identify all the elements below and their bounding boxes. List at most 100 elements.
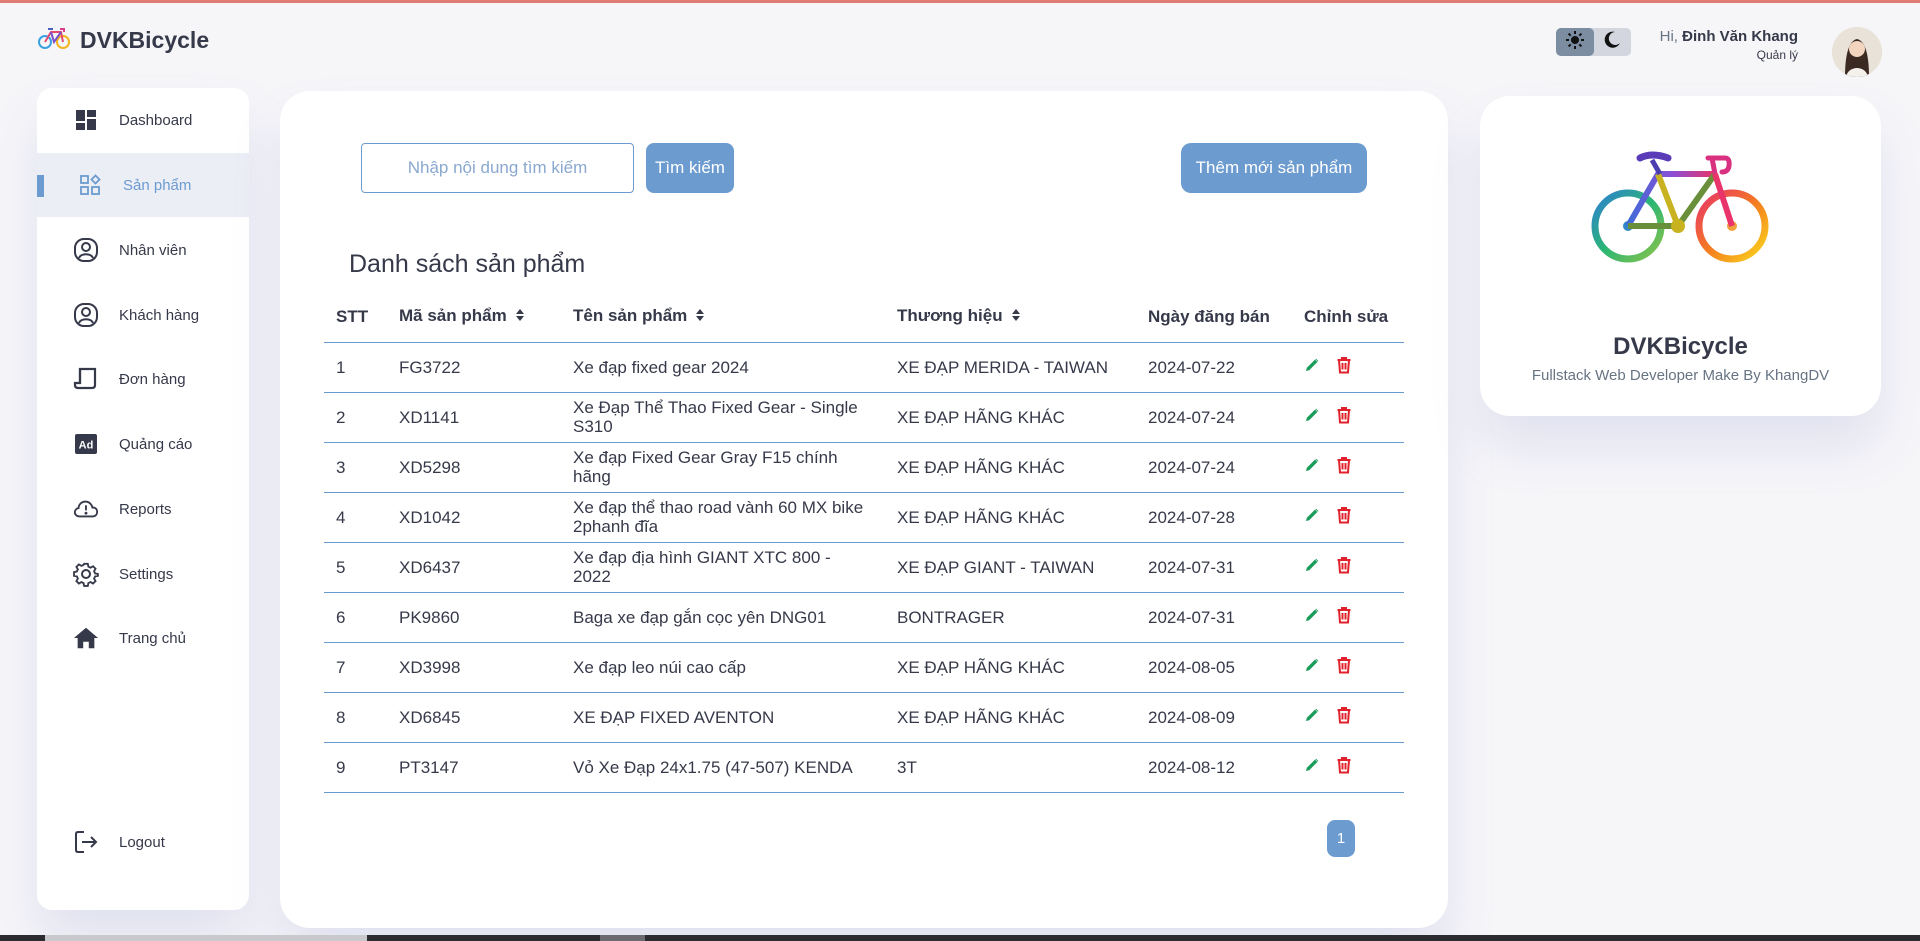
cell-name: Xe đạp thể thao road vành 60 MX bike 2ph…	[561, 492, 885, 543]
cell-date: 2024-07-24	[1136, 442, 1292, 493]
bicycle-logo-icon	[38, 26, 70, 55]
cell-brand: XE ĐẠP HÃNG KHÁC	[885, 442, 1136, 493]
cell-stt: 8	[324, 692, 387, 743]
table-row: 6 PK9860 Baga xe đạp gắn cọc yên DNG01 BONT…	[324, 592, 1404, 643]
sort-icon[interactable]	[515, 307, 525, 327]
user-name: Đinh Văn Khang	[1682, 28, 1798, 45]
cell-code: XD6845	[387, 692, 561, 743]
edit-icon[interactable]	[1304, 707, 1320, 727]
table-row: 4 XD1042 Xe đạp thể thao road vành 60 MX b…	[324, 492, 1404, 543]
column-header-edit: Chỉnh sửa	[1292, 292, 1404, 343]
table-row: 7 XD3998 Xe đạp leo núi cao cấp XE ĐẠP HÃNG…	[324, 642, 1404, 693]
sort-icon[interactable]	[1011, 307, 1021, 327]
column-header-brand[interactable]: Thương hiệu	[885, 292, 1136, 343]
cell-code: XD1042	[387, 492, 561, 543]
cell-actions	[1292, 742, 1404, 793]
sidebar-item-label: Reports	[119, 500, 172, 518]
sidebar-item-settings[interactable]: Settings	[37, 542, 249, 606]
logout-button[interactable]: Logout	[37, 810, 249, 874]
sort-icon[interactable]	[695, 307, 705, 327]
edit-icon[interactable]	[1304, 507, 1320, 527]
edit-icon[interactable]	[1304, 607, 1320, 627]
product-list-panel: Tìm kiếm Thêm mới sản phẩm Danh sách sản…	[280, 91, 1448, 928]
sidebar-item-label: Dashboard	[119, 111, 193, 129]
sidebar-item-employees[interactable]: Nhân viên	[37, 218, 249, 282]
trash-icon[interactable]	[1336, 656, 1352, 678]
edit-icon[interactable]	[1304, 557, 1320, 577]
taskbar-segment	[45, 935, 367, 941]
table-row: 8 XD6845 XE ĐẠP FIXED AVENTON XE ĐẠP HÃNG K…	[324, 692, 1404, 743]
cell-name: XE ĐẠP FIXED AVENTON	[561, 692, 885, 743]
sidebar-item-ads[interactable]: Ad Quảng cáo	[37, 412, 249, 476]
cell-brand: XE ĐẠP HÃNG KHÁC	[885, 492, 1136, 543]
user-role: Quản lý	[1756, 48, 1798, 62]
cell-name: Xe đạp fixed gear 2024	[561, 342, 885, 393]
widgets-icon	[77, 172, 103, 198]
table-header-row: STT Mã sản phẩm Tên sản phẩm Thương hiệu…	[324, 292, 1404, 343]
sidebar-item-orders[interactable]: Đơn hàng	[37, 347, 249, 411]
light-mode-option[interactable]	[1556, 28, 1594, 56]
trash-icon[interactable]	[1336, 406, 1352, 428]
dashboard-icon	[73, 107, 99, 133]
avatar[interactable]	[1832, 27, 1882, 77]
person-icon	[73, 237, 99, 263]
report-cloud-icon	[73, 496, 99, 522]
pagination-page-button[interactable]: 1	[1327, 820, 1355, 857]
trash-icon[interactable]	[1336, 506, 1352, 528]
edit-icon[interactable]	[1304, 407, 1320, 427]
brand[interactable]: DVKBicycle	[38, 26, 209, 55]
profile-info: Hi, Đinh Văn Khang Quản lý	[1660, 28, 1798, 62]
sidebar-item-customers[interactable]: Khách hàng	[37, 283, 249, 347]
column-header-code[interactable]: Mã sản phẩm	[387, 292, 561, 343]
edit-icon[interactable]	[1304, 657, 1320, 677]
cell-code: FG3722	[387, 342, 561, 393]
trash-icon[interactable]	[1336, 556, 1352, 578]
cell-brand: XE ĐẠP MERIDA - TAIWAN	[885, 342, 1136, 393]
brand-card-title: DVKBicycle	[1613, 333, 1748, 360]
dark-mode-option[interactable]	[1594, 28, 1632, 56]
sidebar-item-home[interactable]: Trang chủ	[37, 606, 249, 670]
cell-date: 2024-07-31	[1136, 542, 1292, 593]
column-header-stt: STT	[324, 292, 387, 343]
bicycle-illustration-icon	[1590, 146, 1770, 276]
cell-stt: 2	[324, 392, 387, 443]
sidebar-item-reports[interactable]: Reports	[37, 477, 249, 541]
cell-actions	[1292, 342, 1404, 393]
cell-brand: XE ĐẠP HÃNG KHÁC	[885, 392, 1136, 443]
trash-icon[interactable]	[1336, 606, 1352, 628]
cell-code: XD3998	[387, 642, 561, 693]
gear-icon	[73, 561, 99, 587]
column-header-date: Ngày đăng bán	[1136, 292, 1292, 343]
theme-toggle[interactable]	[1556, 28, 1631, 56]
edit-icon[interactable]	[1304, 457, 1320, 477]
cell-brand: XE ĐẠP HÃNG KHÁC	[885, 692, 1136, 743]
search-button[interactable]: Tìm kiếm	[646, 143, 734, 193]
brand-title: DVKBicycle	[80, 27, 210, 53]
brand-card-subtitle: Fullstack Web Developer Make By KhangDV	[1531, 367, 1830, 384]
cell-date: 2024-08-12	[1136, 742, 1292, 793]
cell-date: 2024-07-28	[1136, 492, 1292, 543]
cell-name: Xe Đạp Thể Thao Fixed Gear - Single S310	[561, 392, 885, 443]
edit-icon[interactable]	[1304, 757, 1320, 777]
add-product-button[interactable]: Thêm mới sản phẩm	[1181, 143, 1367, 193]
trash-icon[interactable]	[1336, 456, 1352, 478]
sidebar-item-dashboard[interactable]: Dashboard	[37, 88, 249, 152]
cell-actions	[1292, 542, 1404, 593]
trash-icon[interactable]	[1336, 706, 1352, 728]
column-header-name[interactable]: Tên sản phẩm	[561, 292, 885, 343]
trash-icon[interactable]	[1336, 756, 1352, 778]
cell-date: 2024-07-31	[1136, 592, 1292, 643]
cell-name: Vỏ Xe Đạp 24x1.75 (47-507) KENDA	[561, 742, 885, 793]
edit-icon[interactable]	[1304, 357, 1320, 377]
sidebar-item-products[interactable]: Sản phẩm	[37, 153, 249, 217]
cell-brand: 3T	[885, 742, 1136, 793]
cell-actions	[1292, 642, 1404, 693]
bottom-bar	[0, 935, 1920, 941]
search-input[interactable]	[361, 143, 634, 193]
trash-icon[interactable]	[1336, 356, 1352, 378]
cell-code: PT3147	[387, 742, 561, 793]
cell-actions	[1292, 692, 1404, 743]
home-icon	[73, 625, 99, 651]
cell-code: PK9860	[387, 592, 561, 643]
sidebar-item-label: Sản phẩm	[123, 176, 192, 194]
